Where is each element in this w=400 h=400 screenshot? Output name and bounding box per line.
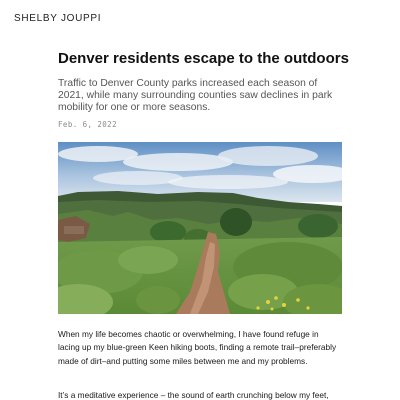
article-date: Feb. 6, 2022 [58,120,117,129]
hero-image [58,142,342,314]
article-title: Denver residents escape to the outdoors [58,50,349,67]
article-paragraph: When my life becomes chaotic or overwhel… [58,329,337,366]
article-subtitle: Traffic to Denver County parks increased… [58,78,333,113]
site-name-link[interactable]: SHELBY JOUPPI [14,13,101,25]
article-paragraph: It’s a meditative experience – the sound… [58,390,329,400]
